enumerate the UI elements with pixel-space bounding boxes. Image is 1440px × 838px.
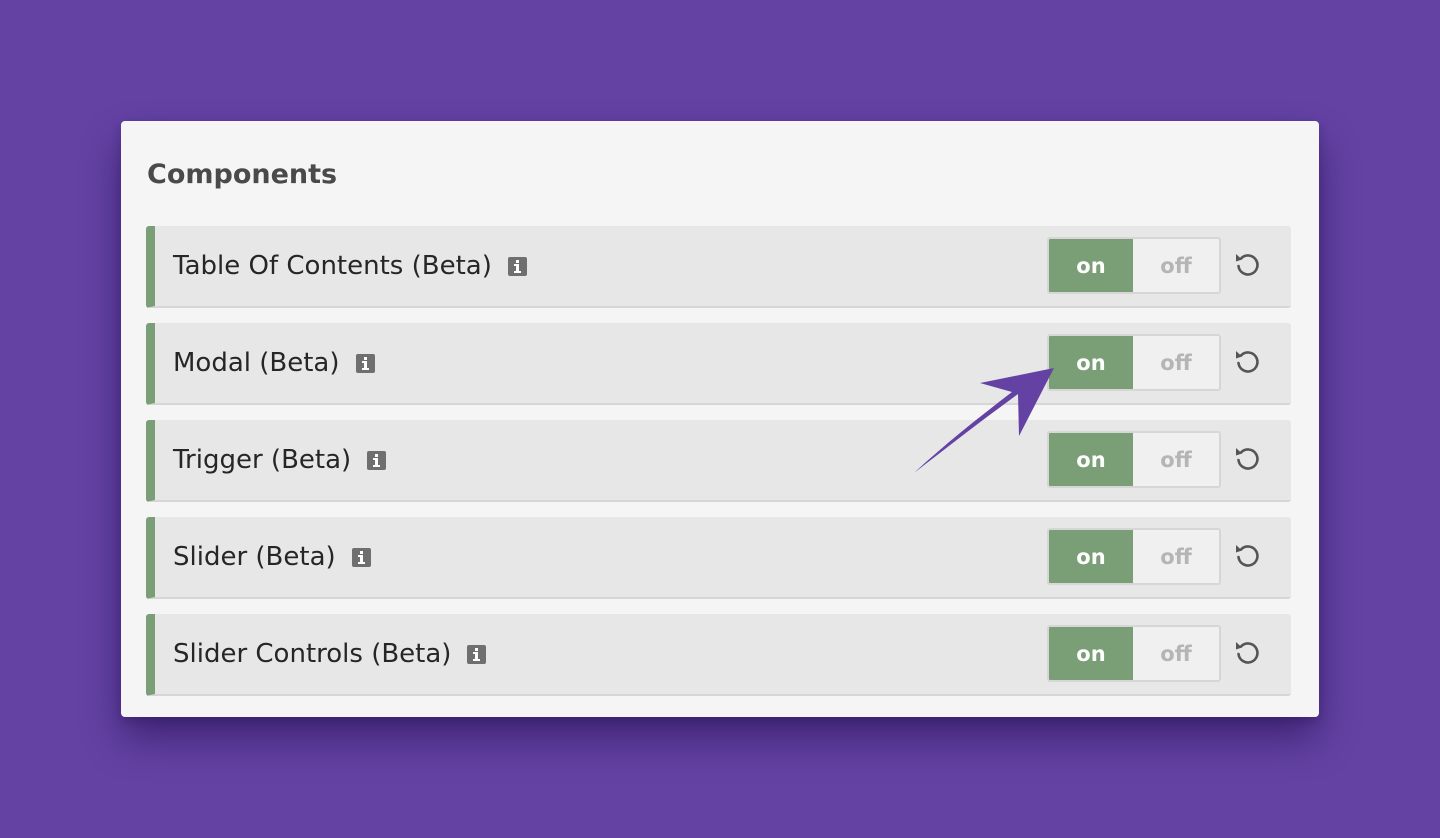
on-off-toggle[interactable]: on off [1047, 334, 1221, 391]
component-row-label-wrap: Modal (Beta) [173, 323, 375, 403]
toggle-off-option[interactable]: off [1133, 336, 1219, 389]
toggle-on-option[interactable]: on [1049, 336, 1133, 389]
on-off-toggle[interactable]: on off [1047, 431, 1221, 488]
component-row-table-of-contents: Table Of Contents (Beta) on off [146, 226, 1291, 308]
component-row-trigger: Trigger (Beta) on off [146, 420, 1291, 502]
component-row-label-wrap: Slider (Beta) [173, 517, 371, 597]
reset-icon[interactable] [1232, 637, 1264, 669]
components-panel: Components Table Of Contents (Beta) on o… [121, 121, 1319, 717]
component-label: Slider (Beta) [173, 542, 336, 572]
reset-icon[interactable] [1232, 346, 1264, 378]
component-list: Table Of Contents (Beta) on off Modal (B… [146, 226, 1291, 711]
component-label: Modal (Beta) [173, 348, 340, 378]
toggle-on-option[interactable]: on [1049, 433, 1133, 486]
toggle-off-option[interactable]: off [1133, 530, 1219, 583]
component-label: Trigger (Beta) [173, 445, 352, 475]
toggle-on-option[interactable]: on [1049, 239, 1133, 292]
info-icon[interactable] [467, 644, 487, 664]
reset-icon[interactable] [1232, 249, 1264, 281]
reset-icon[interactable] [1232, 540, 1264, 572]
component-row-label-wrap: Table Of Contents (Beta) [173, 226, 527, 306]
panel-title: Components [147, 159, 338, 190]
component-row-slider-controls: Slider Controls (Beta) on off [146, 614, 1291, 696]
on-off-toggle[interactable]: on off [1047, 625, 1221, 682]
toggle-off-option[interactable]: off [1133, 627, 1219, 680]
toggle-off-option[interactable]: off [1133, 433, 1219, 486]
component-label: Table Of Contents (Beta) [173, 251, 492, 281]
toggle-off-option[interactable]: off [1133, 239, 1219, 292]
toggle-on-option[interactable]: on [1049, 627, 1133, 680]
info-icon[interactable] [351, 547, 371, 567]
component-label: Slider Controls (Beta) [173, 639, 452, 669]
component-row-slider: Slider (Beta) on off [146, 517, 1291, 599]
info-icon[interactable] [507, 256, 527, 276]
on-off-toggle[interactable]: on off [1047, 237, 1221, 294]
on-off-toggle[interactable]: on off [1047, 528, 1221, 585]
toggle-on-option[interactable]: on [1049, 530, 1133, 583]
reset-icon[interactable] [1232, 443, 1264, 475]
component-row-modal: Modal (Beta) on off [146, 323, 1291, 405]
component-row-label-wrap: Trigger (Beta) [173, 420, 387, 500]
info-icon[interactable] [355, 353, 375, 373]
component-row-label-wrap: Slider Controls (Beta) [173, 614, 487, 694]
info-icon[interactable] [367, 450, 387, 470]
